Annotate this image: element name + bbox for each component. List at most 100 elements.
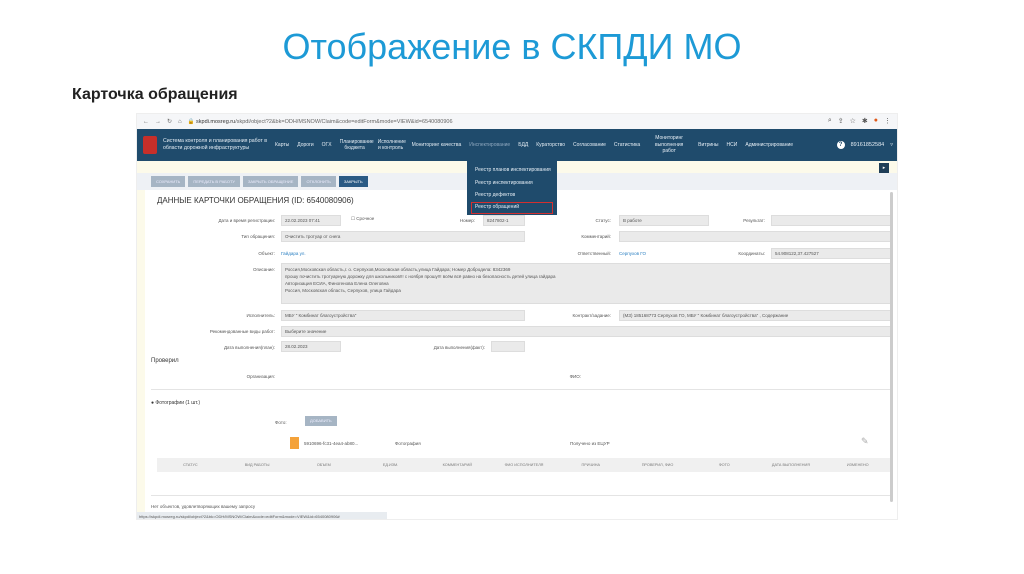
file-icon	[290, 437, 299, 449]
help-icon[interactable]: ?	[836, 141, 845, 149]
menu-icon[interactable]: ⋮	[884, 117, 891, 125]
menu-item-highlighted[interactable]: Реестр обращений	[471, 201, 553, 214]
file-name[interactable]: 5910696-fc31-4ea4-ab80...	[304, 441, 358, 446]
fact-date-label: Дата выполнения(факт):	[433, 345, 485, 350]
menu-item[interactable]: Реестр дефектов	[467, 189, 557, 202]
reload-icon[interactable]: ↻	[167, 118, 172, 125]
save-button[interactable]: СОХРАНИТЬ	[151, 176, 186, 187]
type-field[interactable]: Очистить тротуар от снега	[281, 231, 525, 242]
number-field[interactable]: 8247802-1	[483, 215, 525, 226]
claim-card: ДАННЫЕ КАРТОЧКИ ОБРАЩЕНИЯ (ID: 654008090…	[137, 190, 897, 519]
desc-line: Россия,Московская область,г. о. Серпухов…	[285, 267, 511, 272]
send-to-work-button[interactable]: ПЕРЕДАТЬ В РАБОТУ	[188, 176, 240, 187]
coord-field[interactable]: 54.908122,37.427527	[771, 248, 893, 259]
contract-select[interactable]: (МЗ) 185168773 Серпухов ГО, МБУ " Комбин…	[619, 310, 893, 321]
nav-item[interactable]: Витрины	[694, 142, 722, 149]
nav-item[interactable]: Кураторство	[532, 142, 569, 149]
result-select[interactable]	[771, 215, 893, 226]
user-name[interactable]: 89161852584	[851, 142, 885, 148]
reject-button[interactable]: ОТКЛОНИТЬ	[301, 176, 336, 187]
type-label: Тип обращения:	[241, 234, 275, 239]
nav-item[interactable]: Карты	[271, 142, 293, 149]
desc-line: Россия, Московская область, Серпухов, ул…	[285, 288, 401, 293]
column-header[interactable]: СТАТУС	[157, 463, 224, 467]
file-source: Получено из ЕЦУР	[570, 441, 610, 446]
nav-item[interactable]: БДД	[514, 142, 532, 149]
works-select[interactable]: Выберите значение	[281, 326, 893, 337]
home-icon[interactable]: ⌂	[178, 119, 182, 125]
status-select[interactable]: В работе	[619, 215, 709, 226]
star-icon[interactable]: ☆	[850, 117, 856, 125]
expand-panel-button[interactable]: ▸	[879, 163, 889, 173]
chevron-down-icon[interactable]: ▿	[890, 142, 893, 148]
nav-item[interactable]: Статистика	[610, 142, 644, 149]
desc-line: Авторизация ЕСИА, Финогенова Елена Олего…	[285, 281, 389, 286]
address-bar[interactable]: 🔒 skpdi.mosreg.ru/skpdi/object?2&bk=ODH/…	[188, 119, 453, 125]
nav-item-active[interactable]: Инспектирование	[465, 142, 514, 149]
fact-date-field[interactable]	[491, 341, 525, 352]
card-title: ДАННЫЕ КАРТОЧКИ ОБРАЩЕНИЯ (ID: 654008090…	[157, 196, 354, 205]
back-icon[interactable]: ←	[143, 119, 149, 125]
column-header[interactable]: ДАТА ВЫПОЛНЕНИЯ	[758, 463, 825, 467]
column-header[interactable]: КОММЕНТАРИЙ	[424, 463, 491, 467]
nav-item[interactable]: Дороги	[293, 142, 317, 149]
nav-item[interactable]: Исполнение и контроль	[374, 139, 408, 152]
file-type: Фотография	[395, 441, 421, 446]
nav-item[interactable]: Согласование	[569, 142, 610, 149]
column-header[interactable]: ИЗМЕНЕНО	[824, 463, 891, 467]
scrollbar[interactable]	[890, 192, 893, 502]
photos-heading: Фотографии (1 шт.)	[155, 400, 201, 406]
desc-field[interactable]: Россия,Московская область,г. о. Серпухов…	[281, 263, 893, 304]
slide-subtitle: Карточка обращения	[72, 86, 238, 103]
urgent-checkbox[interactable]: ☐ Срочное	[351, 216, 374, 222]
close-claim-button[interactable]: ЗАКРЫТЬ ОБРАЩЕНИЕ	[242, 176, 299, 187]
photos-toggle[interactable]: ● Фотографии (1 шт.)	[151, 400, 200, 406]
column-header[interactable]: ФОТО	[691, 463, 758, 467]
nav-item[interactable]: Мониторинг выполнения работ	[644, 135, 694, 155]
desc-label: Описание:	[253, 267, 275, 272]
column-header[interactable]: ОБЪЕМ	[290, 463, 357, 467]
url-host: skpdi.mosreg.ru	[196, 118, 236, 125]
plan-date-field[interactable]: 28.02.2023	[281, 341, 341, 352]
column-header[interactable]: ПРИЧИНА	[557, 463, 624, 467]
responsible-label: Ответственный:	[577, 251, 611, 256]
nav-item[interactable]: ОГХ	[318, 142, 336, 149]
extension-icon[interactable]: ✱	[862, 117, 868, 125]
empty-message: Нет объектов, удовлетворяющих вашему зап…	[151, 504, 256, 509]
close-button[interactable]: ЗАКРЫТЬ	[338, 176, 368, 187]
reg-date-field[interactable]: 22.02.2023 07:41	[281, 215, 341, 226]
add-photo-button[interactable]: ДОБАВИТЬ	[305, 416, 337, 426]
works-table-header: СТАТУС ВИД РАБОТЫ ОБЪЕМ ЕД.ИЗМ. КОММЕНТАРИЙ Ф…	[157, 458, 891, 472]
column-header[interactable]: ПРОВЕРИЛ, ФИО	[624, 463, 691, 467]
status-label: Статус:	[595, 218, 611, 223]
column-header[interactable]: ЕД.ИЗМ.	[357, 463, 424, 467]
coord-label: Координаты:	[738, 251, 765, 256]
comment-field[interactable]	[619, 231, 893, 242]
screenshot: ← → ↻ ⌂ 🔒 skpdi.mosreg.ru/skpdi/object?2&bk…	[136, 113, 898, 520]
column-header[interactable]: ВИД РАБОТЫ	[224, 463, 291, 467]
system-name: Система контроля и планирования работ в …	[163, 138, 267, 151]
executor-select[interactable]: МБУ " Комбинат благоустройства"	[281, 310, 525, 321]
browser-bar: ← → ↻ ⌂ 🔒 skpdi.mosreg.ru/skpdi/object?2&bk…	[137, 114, 897, 129]
menu-item[interactable]: Реестр инспектирования	[467, 177, 557, 190]
divider	[151, 389, 891, 390]
column-header[interactable]: ФИО ИСПОЛНИТЕЛЯ	[491, 463, 558, 467]
result-label: Результат:	[743, 218, 765, 223]
profile-icon[interactable]: ●	[874, 117, 878, 125]
nav-item[interactable]: Мониторинг качества	[408, 142, 466, 149]
edit-pencil-icon[interactable]: ✎	[861, 436, 869, 447]
responsible-link[interactable]: Серпухов ГО	[619, 251, 646, 256]
object-label: Объект:	[258, 251, 275, 256]
nav-item[interactable]: НСИ	[723, 142, 742, 149]
works-label: Рекомендованные виды работ:	[209, 329, 275, 334]
url-path: /skpdi/object?2&bk=ODH/MSNOW/Claim&code=…	[235, 118, 453, 125]
menu-item[interactable]: Реестр планов инспектирования	[467, 164, 557, 177]
zoom-icon[interactable]: ⌕	[828, 117, 832, 125]
forward-icon[interactable]: →	[155, 119, 161, 125]
nav-item[interactable]: Администрирование	[741, 142, 797, 149]
contract-label: Контракт/задание:	[572, 313, 611, 318]
inspection-dropdown: Реестр планов инспектирования Реестр инс…	[467, 161, 557, 215]
nav-item[interactable]: Планирование бюджета	[336, 139, 374, 152]
object-link[interactable]: Гайдара ул.	[281, 251, 306, 256]
share-icon[interactable]: ⇪	[838, 117, 844, 125]
